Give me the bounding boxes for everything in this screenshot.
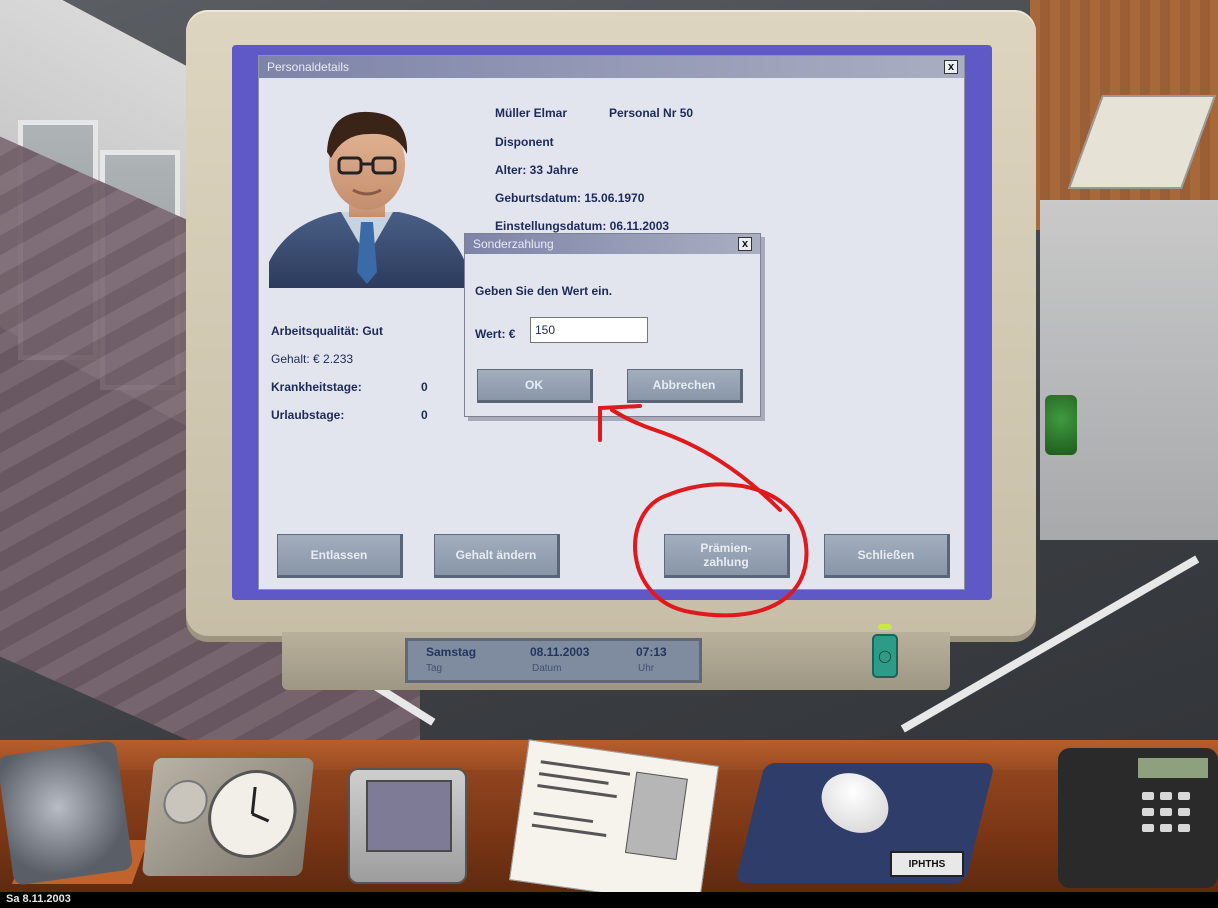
phone-key (1160, 808, 1172, 816)
value-label: Wert: € (475, 327, 516, 341)
personnel-number: Personal Nr 50 (609, 106, 694, 120)
document-line (537, 783, 617, 799)
telephone-icon[interactable] (1058, 748, 1218, 888)
day-caption: Tag (426, 663, 443, 674)
ok-button[interactable]: OK (477, 369, 593, 403)
right-wall (1040, 200, 1218, 540)
employee-portrait (269, 92, 465, 288)
employee-age: Alter: 33 Jahre (495, 163, 579, 177)
mousepad-label: IPHTHS (890, 851, 964, 877)
status-date: Sa 8.11.2003 (6, 893, 71, 905)
organizer-screen (366, 780, 452, 852)
salary: Gehalt: € 2.233 (271, 352, 354, 366)
time-value: 07:13 (636, 645, 667, 659)
time-caption: Uhr (638, 663, 655, 674)
close-icon[interactable]: x (944, 60, 958, 74)
day-value: Samstag (426, 645, 477, 659)
employee-name: Müller Elmar (495, 106, 568, 120)
phone-key (1178, 824, 1190, 832)
vacation-days-value: 0 (421, 408, 428, 422)
phone-display (1138, 758, 1208, 778)
phone-key (1142, 792, 1154, 800)
close-button[interactable]: Schließen (824, 534, 950, 578)
employee-hire-date: Einstellungsdatum: 06.11.2003 (495, 219, 670, 233)
dismiss-button[interactable]: Entlassen (277, 534, 403, 578)
bonus-payment-button[interactable]: Prämien- zahlung (664, 534, 790, 578)
clock-icon[interactable] (141, 758, 315, 876)
date-caption: Datum (532, 663, 562, 674)
sick-days-value: 0 (421, 380, 428, 394)
dialog-title-bar: Sonderzahlung x (465, 234, 760, 254)
phone-key (1142, 824, 1154, 832)
phone-key (1178, 792, 1190, 800)
document-line (533, 811, 594, 824)
change-salary-button[interactable]: Gehalt ändern (434, 534, 560, 578)
document-photo (624, 771, 688, 861)
employee-birthdate: Geburtsdatum: 15.06.1970 (495, 191, 645, 205)
dialog-title: Sonderzahlung (473, 237, 554, 251)
organizer-device-icon[interactable] (348, 768, 467, 884)
engine-model-icon[interactable] (0, 740, 134, 886)
status-bar: Sa 8.11.2003 (0, 892, 1218, 908)
window-title: Personaldetails (267, 60, 350, 74)
date-time-display: Samstag Tag 08.11.2003 Datum 07:13 Uhr (405, 638, 702, 683)
power-icon[interactable]: ◯ (872, 634, 898, 678)
employee-role: Disponent (495, 135, 554, 149)
cancel-button[interactable]: Abbrechen (627, 369, 743, 403)
document-line (538, 772, 609, 785)
close-icon[interactable]: x (738, 237, 752, 251)
phone-key (1160, 792, 1172, 800)
vacation-days-label: Urlaubstage: (271, 408, 345, 422)
power-led (878, 624, 892, 630)
dialog-prompt: Geben Sie den Wert ein. (475, 284, 613, 298)
window-title-bar: Personaldetails x (259, 56, 964, 78)
phone-key (1142, 808, 1154, 816)
documents-icon[interactable] (509, 739, 719, 907)
bonus-dialog: Sonderzahlung x Geben Sie den Wert ein. … (464, 233, 761, 417)
stopwatch-icon (161, 780, 210, 824)
work-quality: Arbeitsqualität: Gut (271, 324, 384, 338)
phone-key (1178, 808, 1190, 816)
date-value: 08.11.2003 (530, 645, 590, 659)
plant-icon (1045, 395, 1077, 455)
document-line (531, 823, 607, 838)
bonus-value-input[interactable] (530, 317, 648, 343)
clock-face (203, 770, 301, 858)
sick-days-label: Krankheitstage: (271, 380, 362, 394)
power-switch[interactable]: ◯ (872, 624, 898, 682)
phone-key (1160, 824, 1172, 832)
clock-hands-icon (250, 787, 270, 823)
